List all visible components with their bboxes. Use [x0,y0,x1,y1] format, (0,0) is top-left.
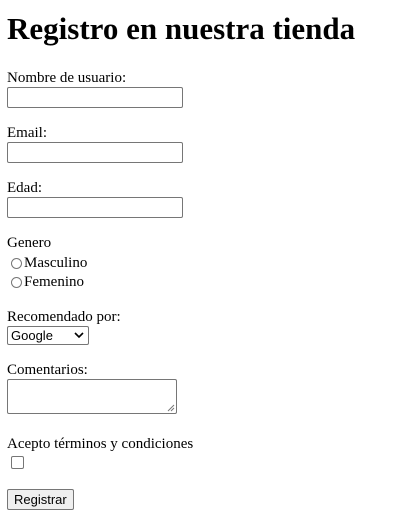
comments-label: Comentarios: [7,362,88,378]
email-input[interactable] [7,142,183,163]
radio-masculino-label: Masculino [24,255,88,271]
recommended-select-value: Google [11,328,53,343]
recommended-label: Recomendado por: [7,309,121,325]
gender-label: Genero [7,235,52,251]
terms-label: Acepto términos y condiciones [7,436,194,452]
radio-femenino-label: Femenino [24,274,84,290]
radio-femenino[interactable] [11,276,22,288]
page-title: Registro en nuestra tienda [7,11,356,46]
username-label: Nombre de usuario: [7,70,127,86]
register-button[interactable]: Registrar [7,489,74,510]
gender-option-masculino[interactable]: Masculino [11,254,87,272]
radio-masculino[interactable] [11,257,22,269]
email-label: Email: [7,125,47,141]
resize-grip-icon[interactable] [167,404,175,412]
recommended-select[interactable]: Google [7,326,89,345]
gender-option-femenino[interactable]: Femenino [11,273,84,291]
chevron-down-icon [74,332,84,339]
age-label: Edad: [7,180,42,196]
username-input[interactable] [7,87,183,108]
comments-textarea[interactable] [7,379,177,414]
terms-checkbox[interactable] [11,456,24,469]
age-input[interactable] [7,197,183,218]
